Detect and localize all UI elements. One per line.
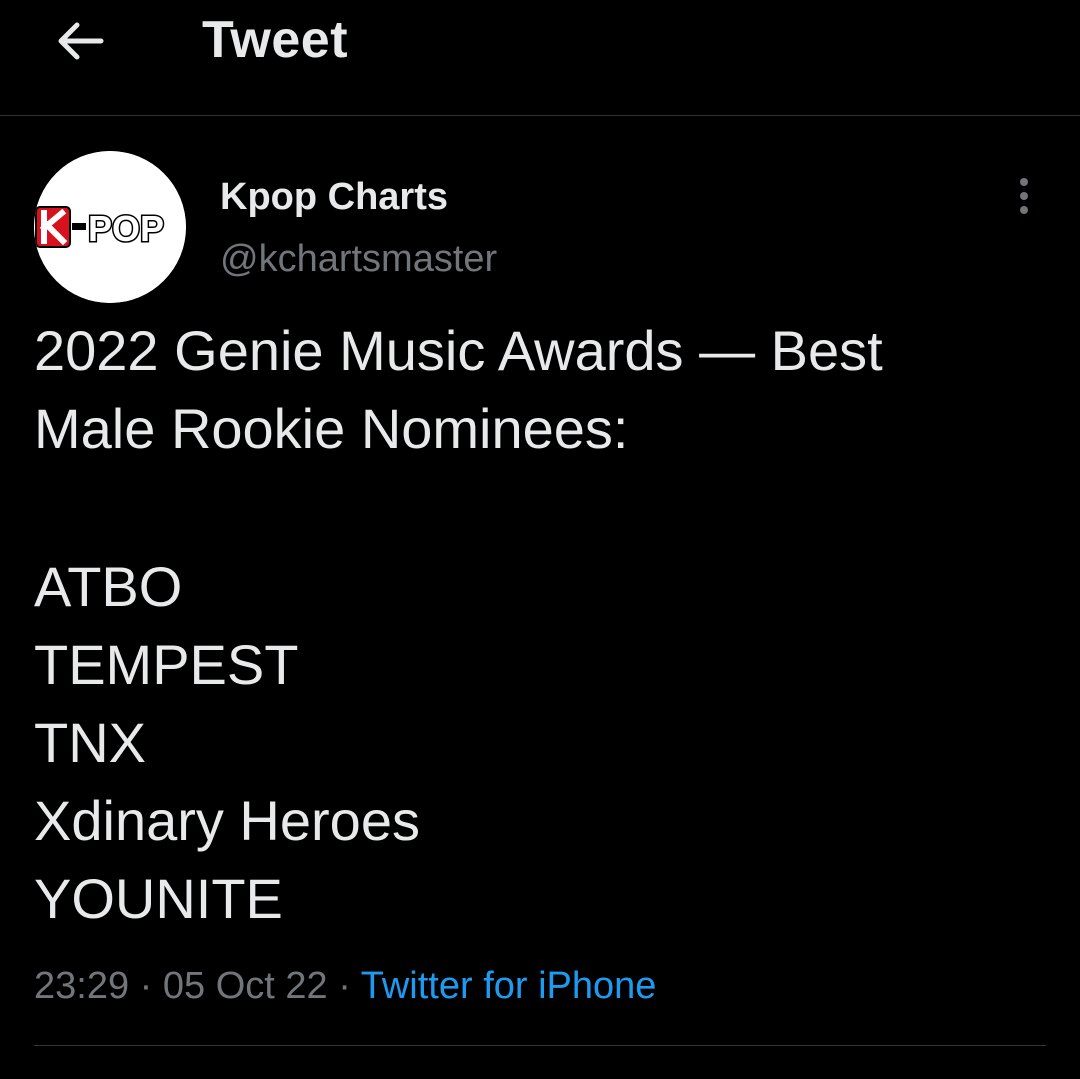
- back-button[interactable]: [48, 10, 110, 72]
- divider: [34, 1045, 1046, 1046]
- arrow-left-icon: [58, 22, 104, 60]
- kpop-logo: POP: [34, 151, 186, 303]
- more-options-button[interactable]: [1000, 172, 1048, 220]
- nominee-item: TNX: [34, 711, 146, 774]
- tweet-text-line: 2022 Genie Music Awards — Best: [34, 319, 883, 382]
- page-title: Tweet: [202, 11, 349, 69]
- svg-text:POP: POP: [88, 208, 164, 249]
- tweet-time[interactable]: 23:29: [34, 965, 129, 1007]
- author-name[interactable]: Kpop Charts: [220, 172, 448, 222]
- tweet-source-link[interactable]: Twitter for iPhone: [361, 965, 657, 1007]
- more-vertical-icon: [1020, 178, 1028, 214]
- top-bar: Tweet: [0, 0, 1080, 116]
- meta-separator: ·: [139, 965, 153, 1007]
- nominee-item: YOUNITE: [34, 867, 283, 930]
- avatar[interactable]: POP: [34, 151, 186, 303]
- nominee-item: Xdinary Heroes: [34, 789, 420, 852]
- meta-separator: ·: [338, 965, 351, 1007]
- tweet-text: 2022 Genie Music Awards — Best Male Rook…: [34, 312, 1044, 938]
- tweet-meta: 23:29 · 05 Oct 22 · Twitter for iPhone: [34, 958, 656, 1014]
- tweet-text-line: Male Rookie Nominees:: [34, 397, 629, 460]
- tweet-date[interactable]: 05 Oct 22: [163, 965, 328, 1007]
- nominee-item: ATBO: [34, 555, 183, 618]
- tweet-screen: Tweet POP Kpop Charts @kchartsmaster 202…: [0, 0, 1080, 1079]
- nominee-item: TEMPEST: [34, 633, 299, 696]
- author-handle[interactable]: @kchartsmaster: [220, 234, 497, 284]
